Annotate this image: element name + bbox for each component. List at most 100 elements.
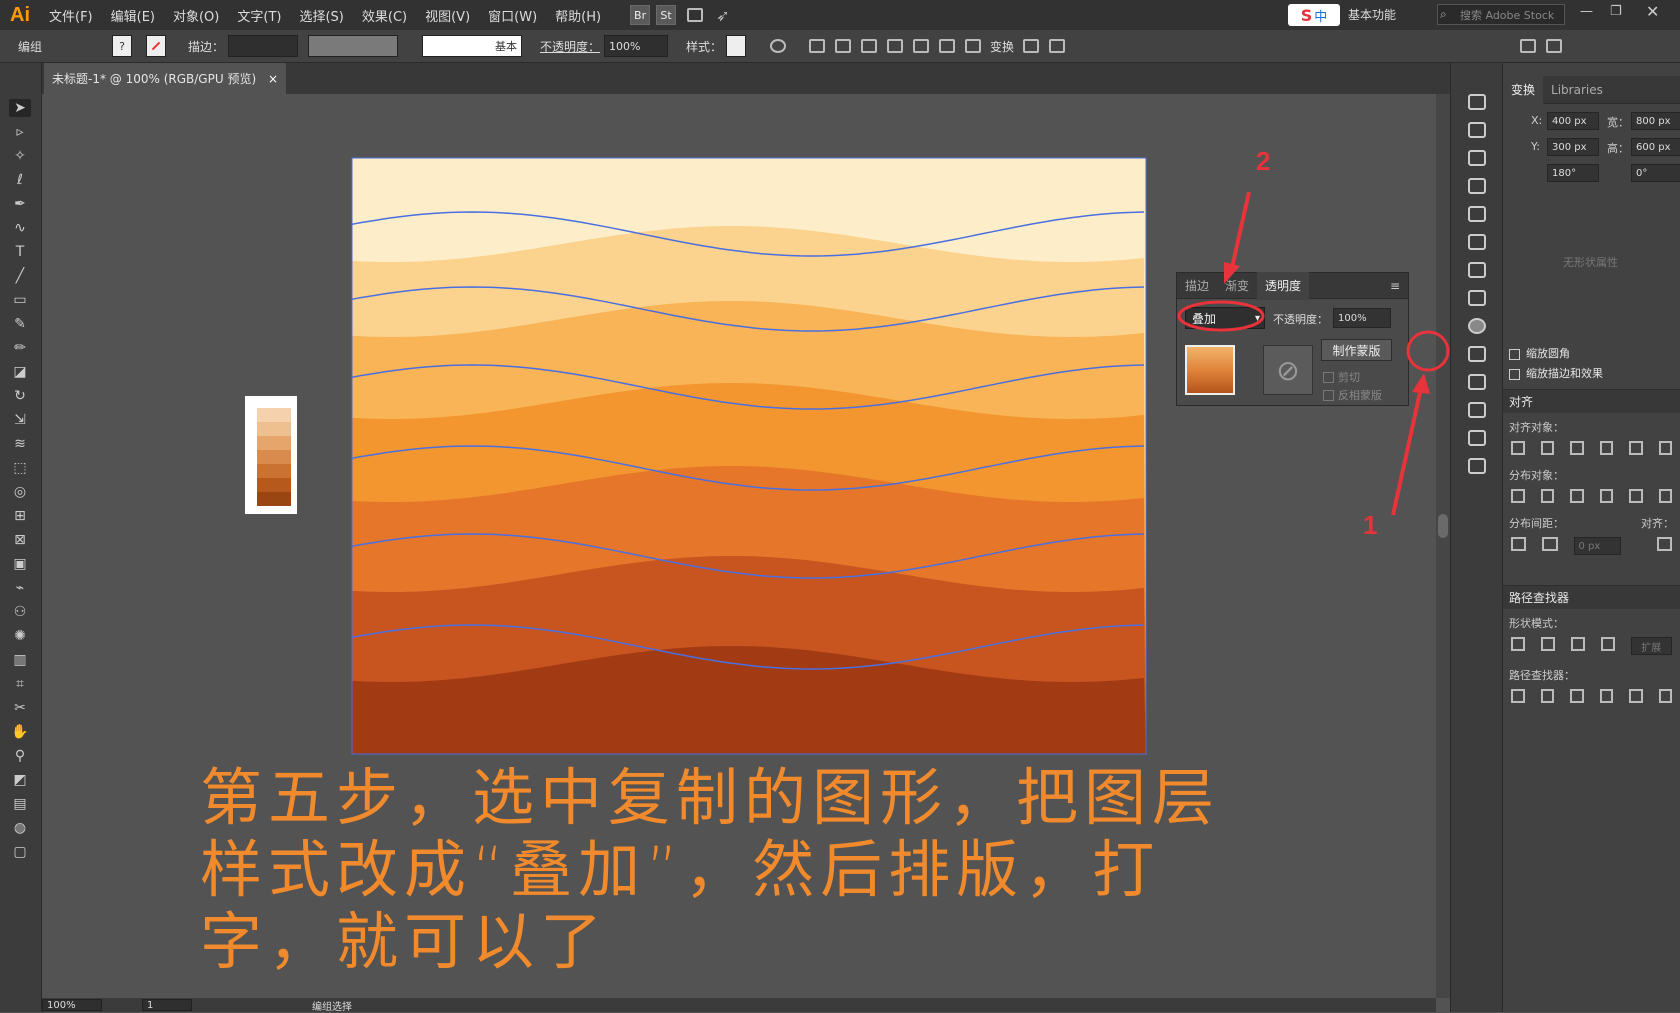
symbol-sprayer-tool-icon[interactable]: ✺ bbox=[9, 627, 31, 645]
scale-corners-checkbox[interactable] bbox=[1509, 348, 1520, 360]
rectangle-tool-icon[interactable]: ▭ bbox=[9, 291, 31, 309]
workspace-switcher[interactable]: 基本功能 bbox=[1348, 6, 1396, 23]
crop-icon[interactable] bbox=[1599, 689, 1613, 703]
align-hcenter-icon[interactable] bbox=[1540, 441, 1554, 455]
opacity-field[interactable]: 100% bbox=[604, 35, 669, 57]
swatch-chip[interactable] bbox=[257, 408, 291, 422]
color-swatch-strip[interactable] bbox=[245, 396, 297, 514]
free-transform-tool-icon[interactable]: ⬚ bbox=[9, 459, 31, 477]
rotate-field[interactable]: 180° bbox=[1547, 164, 1599, 182]
ime-indicator[interactable]: S 中 bbox=[1288, 4, 1340, 26]
width-tool-icon[interactable]: ≋ bbox=[9, 435, 31, 453]
rotate-tool-icon[interactable]: ↻ bbox=[9, 387, 31, 405]
clip-checkbox[interactable]: 剪切 bbox=[1323, 369, 1360, 385]
transform-button[interactable]: 变换 bbox=[990, 38, 1014, 55]
swatch-chip[interactable] bbox=[257, 436, 291, 450]
blend-tool-icon[interactable]: ⚇ bbox=[9, 603, 31, 621]
menu-effect[interactable]: 效果(C) bbox=[353, 6, 416, 25]
column-graph-tool-icon[interactable]: ▥ bbox=[9, 651, 31, 669]
line-tool-icon[interactable]: ╱ bbox=[9, 267, 31, 285]
direct-selection-tool-icon[interactable]: ▹ bbox=[9, 123, 31, 141]
menu-help[interactable]: 帮助(H) bbox=[546, 6, 610, 25]
arrange-panels-icon[interactable] bbox=[1520, 39, 1537, 53]
minus-front-icon[interactable] bbox=[1540, 637, 1555, 651]
artboard-number-field[interactable]: 1 bbox=[142, 999, 192, 1011]
width-field[interactable]: 800 px bbox=[1631, 112, 1680, 130]
align-middle-icon[interactable] bbox=[939, 39, 956, 53]
brushes-panel-icon[interactable] bbox=[1467, 178, 1486, 194]
tab-gradient[interactable]: 渐变 bbox=[1217, 272, 1257, 300]
mesh-tool-icon[interactable]: ⊠ bbox=[9, 531, 31, 549]
isolate-group-icon[interactable] bbox=[1023, 39, 1040, 53]
scale-strokes-option[interactable]: 缩放描边和效果 bbox=[1503, 365, 1603, 381]
scale-strokes-checkbox[interactable] bbox=[1509, 368, 1520, 380]
align-to-icon[interactable] bbox=[809, 39, 826, 53]
recolor-artwork-icon[interactable] bbox=[770, 39, 787, 53]
tab-transparency[interactable]: 透明度 bbox=[1257, 271, 1310, 300]
make-mask-button[interactable]: 制作蒙版 bbox=[1321, 339, 1392, 361]
graphic-styles-icon[interactable] bbox=[1467, 234, 1486, 250]
menu-window[interactable]: 窗口(W) bbox=[479, 6, 546, 25]
zoom-tool-icon[interactable]: ⚲ bbox=[9, 747, 31, 765]
eyedropper-tool-icon[interactable]: ⌁ bbox=[9, 579, 31, 597]
perspective-grid-tool-icon[interactable]: ⊞ bbox=[9, 507, 31, 525]
swatch-chip[interactable] bbox=[257, 450, 291, 464]
horizontal-spacing-icon[interactable] bbox=[1542, 537, 1558, 551]
scale-tool-icon[interactable]: ⇲ bbox=[9, 411, 31, 429]
merge-icon[interactable] bbox=[1570, 689, 1584, 703]
swatch-chip[interactable] bbox=[257, 478, 291, 492]
pencil-tool-icon[interactable]: ✏ bbox=[9, 339, 31, 357]
align-top-icon[interactable] bbox=[1599, 441, 1613, 455]
swatch-chip[interactable] bbox=[257, 492, 291, 506]
invert-mask-checkbox[interactable]: 反相蒙版 bbox=[1323, 387, 1382, 403]
lasso-tool-icon[interactable]: ℓ bbox=[9, 171, 31, 189]
exclude-icon[interactable] bbox=[1600, 637, 1615, 651]
graphic-style-swatch[interactable] bbox=[726, 35, 747, 57]
control-menu-icon[interactable] bbox=[1546, 39, 1563, 53]
curvature-tool-icon[interactable]: ∿ bbox=[9, 219, 31, 237]
align-to-selection-icon[interactable] bbox=[1656, 537, 1672, 551]
color-guide-icon[interactable] bbox=[1467, 122, 1486, 138]
symbols-panel-icon[interactable] bbox=[1467, 206, 1486, 222]
menu-edit[interactable]: 编辑(E) bbox=[102, 6, 164, 25]
swatches-panel-icon[interactable] bbox=[1467, 150, 1486, 166]
distribute-bottom-icon[interactable] bbox=[1570, 489, 1584, 503]
distribute-hcenter-icon[interactable] bbox=[1629, 489, 1643, 503]
fill-swatch[interactable]: ? bbox=[112, 35, 132, 57]
distribute-top-icon[interactable] bbox=[1511, 489, 1525, 503]
selection-tool-icon[interactable]: ➤ bbox=[9, 99, 31, 117]
scale-corners-option[interactable]: 缩放圆角 bbox=[1503, 345, 1570, 361]
restore-icon[interactable]: ❐ bbox=[1610, 4, 1622, 19]
document-tab[interactable]: 未标题-1* @ 100% (RGB/GPU 预览) × bbox=[44, 63, 286, 94]
brush-definition[interactable]: 基本 bbox=[422, 35, 523, 57]
align-left-icon[interactable] bbox=[1511, 441, 1525, 455]
transparency-opacity-field[interactable]: 100% bbox=[1333, 308, 1391, 328]
x-field[interactable]: 400 px bbox=[1547, 112, 1599, 130]
align-right-icon[interactable] bbox=[887, 39, 904, 53]
vertical-scrollbar[interactable] bbox=[1436, 94, 1450, 998]
artboard-tool-icon[interactable]: ⌗ bbox=[9, 675, 31, 693]
transparency-panel-icon[interactable] bbox=[1467, 318, 1486, 334]
arrange-documents-icon[interactable] bbox=[687, 8, 704, 22]
color-panel-icon[interactable] bbox=[1467, 94, 1486, 110]
hand-tool-icon[interactable]: ✋ bbox=[9, 723, 31, 741]
tab-transform[interactable]: 变换 bbox=[1503, 75, 1544, 104]
gradient-tool-icon[interactable]: ▣ bbox=[9, 555, 31, 573]
distribute-left-icon[interactable] bbox=[1599, 489, 1613, 503]
close-document-icon[interactable]: × bbox=[268, 72, 278, 86]
align-vcenter-icon[interactable] bbox=[1629, 441, 1643, 455]
zoom-field[interactable]: 100% bbox=[42, 999, 102, 1011]
panel-menu-icon[interactable]: ≡ bbox=[1390, 279, 1400, 293]
stock-search-input[interactable]: 搜索 Adobe Stock bbox=[1437, 4, 1565, 25]
align-panel-header[interactable]: 对齐 bbox=[1503, 389, 1680, 413]
gradient-panel-icon[interactable] bbox=[1467, 290, 1486, 306]
y-field[interactable]: 300 px bbox=[1547, 138, 1599, 156]
scroll-thumb[interactable] bbox=[1438, 514, 1448, 538]
stock-button[interactable]: St bbox=[656, 5, 677, 25]
minus-back-icon[interactable] bbox=[1658, 689, 1672, 703]
trim-icon[interactable] bbox=[1540, 689, 1554, 703]
gpu-performance-icon[interactable]: ➶ bbox=[716, 6, 729, 25]
isolation-mode-icon[interactable] bbox=[1049, 39, 1066, 53]
type-tool-icon[interactable]: T bbox=[9, 243, 31, 261]
align-right-icon[interactable] bbox=[1570, 441, 1584, 455]
